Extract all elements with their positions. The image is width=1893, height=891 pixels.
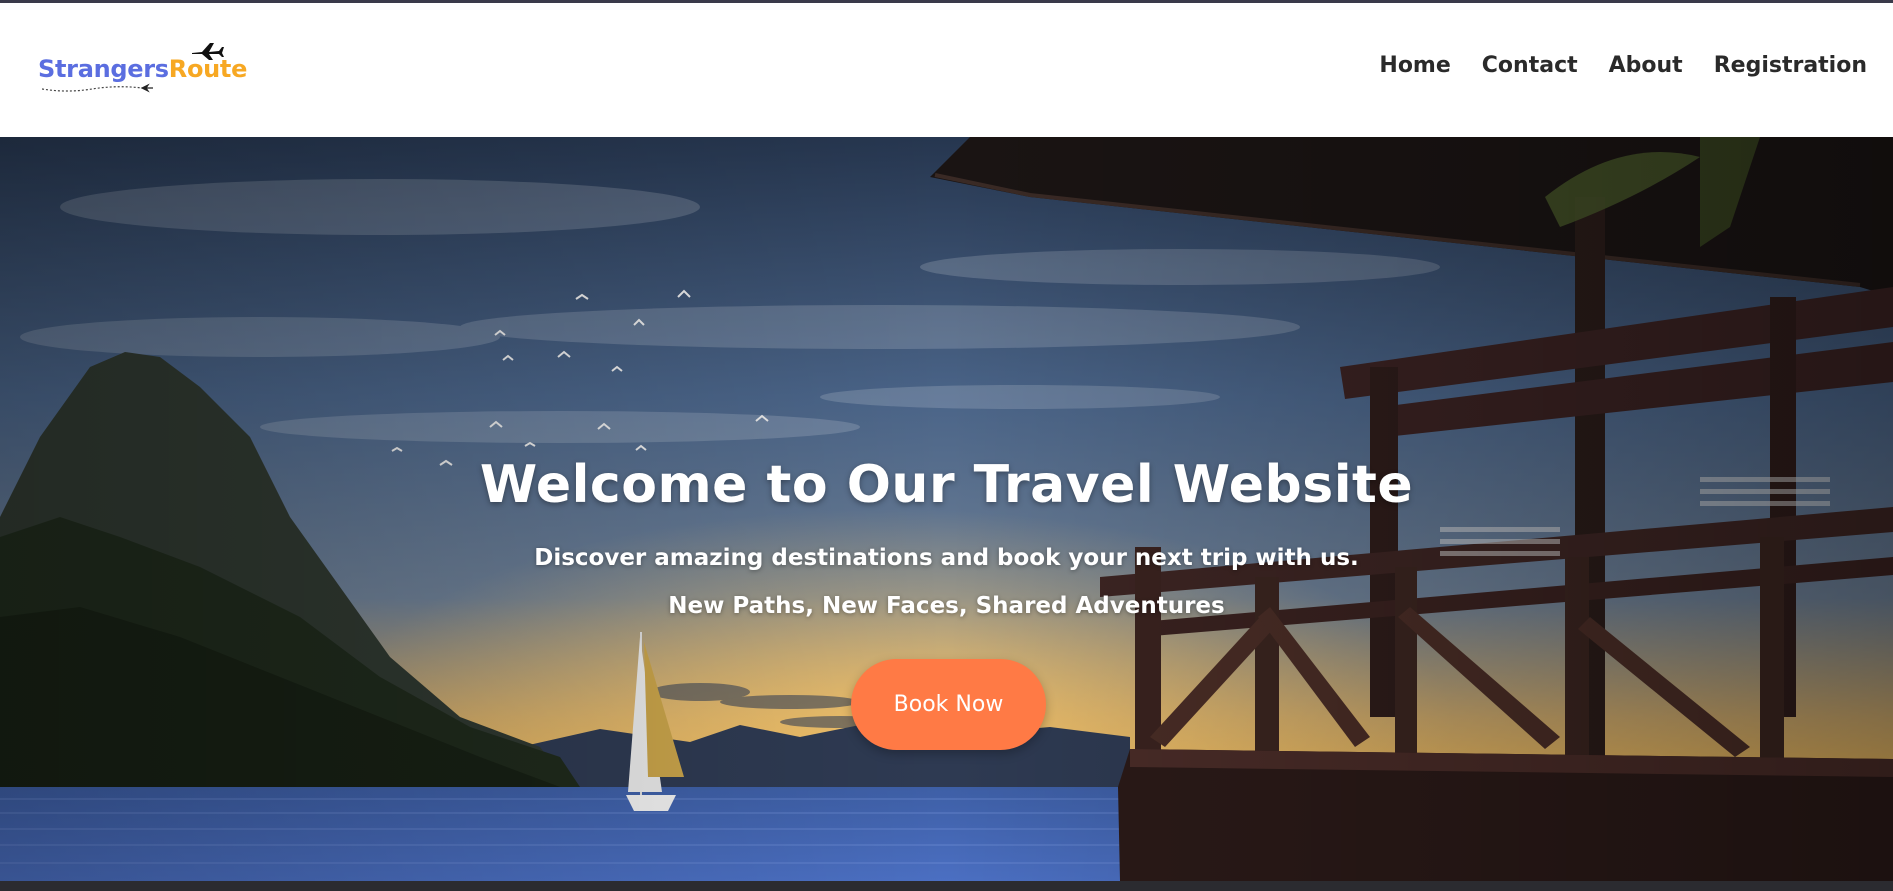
logo-text: StrangersRoute bbox=[38, 55, 247, 83]
nav-registration-link[interactable]: Registration bbox=[1714, 53, 1867, 78]
navbar: StrangersRoute Home Contact About Regist… bbox=[0, 3, 1893, 137]
logo-text-route: Route bbox=[168, 55, 248, 83]
book-now-button[interactable]: Book Now bbox=[851, 659, 1046, 750]
nav-about-link[interactable]: About bbox=[1609, 53, 1683, 78]
hero-content: Welcome to Our Travel Website Discover a… bbox=[0, 137, 1893, 881]
hero-section: Welcome to Our Travel Website Discover a… bbox=[0, 137, 1893, 881]
taskbar-edge bbox=[0, 881, 1893, 891]
hero-title: Welcome to Our Travel Website bbox=[479, 455, 1414, 515]
hero-tagline: New Paths, New Faces, Shared Adventures bbox=[668, 593, 1225, 619]
nav-contact-link[interactable]: Contact bbox=[1482, 53, 1578, 78]
nav-home-link[interactable]: Home bbox=[1379, 53, 1450, 78]
main-nav: Home Contact About Registration bbox=[1379, 53, 1867, 78]
flight-path-icon bbox=[42, 83, 153, 93]
hero-subtitle: Discover amazing destinations and book y… bbox=[534, 545, 1359, 571]
logo-text-strangers: Strangers bbox=[38, 55, 169, 83]
site-logo[interactable]: StrangersRoute bbox=[38, 41, 247, 101]
